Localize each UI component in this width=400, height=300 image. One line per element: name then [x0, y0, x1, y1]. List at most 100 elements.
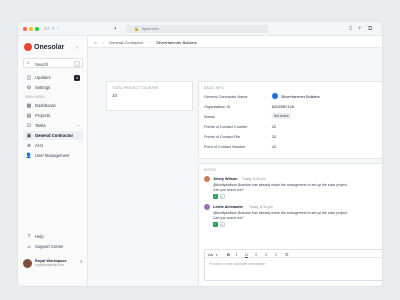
sidebar-item-label: Support Center: [35, 244, 64, 249]
logo-mark-icon: [24, 43, 32, 51]
note-body: @kimilyawilson Brandon has already made …: [213, 211, 348, 220]
sidebar-item-updates[interactable]: ◫ Updates 4: [23, 73, 83, 82]
add-reaction-icon[interactable]: ☺: [219, 194, 225, 199]
note-reactions: ✓ ☺: [213, 194, 226, 199]
sidebar-item-label: Settings: [35, 85, 51, 90]
checkmark-icon[interactable]: ✓: [213, 222, 218, 227]
bold-icon[interactable]: B: [227, 252, 230, 257]
card-title: BASIC INFO: [204, 86, 225, 90]
info-row: Status : Not Active: [204, 113, 291, 119]
info-row: Points of Contact Counter : 22: [204, 124, 277, 129]
info-value: SilverHammer Builders: [281, 94, 320, 99]
total-project-count: 10: [112, 93, 118, 98]
collapse-sidebar-icon[interactable]: «: [76, 45, 79, 51]
tabs-overview-icon[interactable]: ⧉: [368, 25, 372, 33]
maximize-window-button[interactable]: [35, 26, 39, 31]
card-title: NOTES: [204, 168, 216, 172]
info-value: 22: [272, 124, 277, 129]
search-icon: ⌕: [27, 60, 30, 66]
address-bar[interactable]: 🔒 figma.com: [126, 25, 268, 33]
breadcrumb-item[interactable]: General Contractor: [109, 40, 143, 45]
breadcrumb-separator: /: [103, 39, 105, 45]
info-value: 22: [272, 144, 277, 149]
projects-icon: ▤: [26, 112, 32, 119]
breadcrumb-separator: /: [150, 39, 152, 45]
notes-card: NOTES Jenny Wilson Today, 8:34 pm @kimil…: [198, 163, 382, 286]
sidebar-item-support-center[interactable]: ☺ Support Center: [23, 242, 83, 251]
workspace-info: Royal Workspace royal@onesolar.com: [35, 259, 67, 267]
address-bar-text: figma.com: [142, 27, 159, 31]
breadcrumb-current: SilverHammer Builders: [156, 39, 197, 45]
note-time: Today, 8:34 pm: [242, 176, 266, 181]
avatar: [204, 176, 210, 182]
sidebar-item-help[interactable]: ? Help: [23, 232, 83, 241]
sidebar-item-ahj[interactable]: ⊕ AHJ: [23, 141, 83, 150]
add-reaction-icon[interactable]: ☺: [219, 222, 225, 227]
align-left-icon[interactable]: ≡: [255, 252, 257, 257]
sidebar-item-projects[interactable]: ▤ Projects: [23, 111, 83, 120]
workspace-switcher[interactable]: Royal Workspace royal@onesolar.com ⇕: [23, 257, 85, 269]
home-icon[interactable]: ⌂: [94, 40, 96, 45]
support-icon: ☺: [26, 243, 32, 250]
note-body: @kimilyawilson Brandon has already made …: [213, 183, 348, 192]
search-input[interactable]: ⌕ Search /: [23, 58, 83, 68]
minimize-window-button[interactable]: [29, 26, 33, 31]
checkmark-icon[interactable]: ✓: [213, 194, 218, 199]
sidebar-item-label: Help: [35, 234, 44, 239]
shield-icon[interactable]: ◐: [114, 25, 118, 33]
gear-icon: ⚙: [26, 84, 32, 91]
sidebar-item-label: General Contractor: [35, 133, 74, 138]
logo[interactable]: Onesolar: [24, 43, 64, 51]
breadcrumb: ⌂ / General Contractor / SilverHammer Bu…: [88, 36, 382, 48]
sidebar-item-dashboard[interactable]: ▦ Dashboard: [23, 101, 83, 110]
contractor-logo-icon: [272, 93, 278, 99]
info-row: Points of Contact File : 22: [204, 134, 277, 139]
search-label: Search: [35, 61, 49, 67]
info-value: 8203SB7126: [272, 104, 294, 109]
main-content: ⌂ / General Contractor / SilverHammer Bu…: [88, 36, 382, 286]
lock-icon: 🔒: [134, 26, 139, 31]
main-menu-section-label: MAIN MENU: [25, 95, 46, 99]
align-right-icon[interactable]: ≡: [275, 252, 277, 257]
dashboard-icon: ▦: [26, 102, 32, 109]
note-placeholder: Produce a note and later description: [209, 262, 266, 266]
text-format-dropdown[interactable]: Aa: [208, 252, 213, 257]
forward-icon[interactable]: ›: [57, 25, 59, 33]
chevron-down-icon[interactable]: ▾: [216, 253, 218, 257]
sidebar-item-label: Dashboard: [35, 103, 56, 108]
info-label: Status: [204, 114, 215, 119]
info-label: Point of Contact Number: [204, 144, 246, 149]
sidebar-item-general-contractor[interactable]: ▣ General Contractor: [23, 131, 83, 140]
card-title: TOTAL PROJECT COUNTER: [112, 86, 159, 90]
align-center-icon[interactable]: ≡: [265, 252, 267, 257]
sidebar-item-user-management[interactable]: 👤 User Management: [23, 151, 83, 160]
sidebar-item-label: Tasks: [35, 123, 46, 128]
info-label: Points of Contact Counter: [204, 124, 248, 129]
note-editor[interactable]: Aa ▾ B I U ≡ ≡ ≡ ☰ Produce a note and la…: [204, 249, 382, 281]
info-row: General Contractor Name : SilverHammer B…: [204, 93, 320, 99]
tasks-icon: ☑: [26, 122, 32, 129]
back-icon[interactable]: ‹: [52, 25, 54, 33]
italic-icon[interactable]: I: [236, 252, 237, 257]
sidebar-item-label: Projects: [35, 113, 51, 118]
search-shortcut: /: [74, 60, 80, 67]
sidebar: Onesolar « ⌕ Search / ◫ Updates 4 ⚙ Sett…: [18, 36, 88, 286]
sidebar-item-tasks[interactable]: ☑ Tasks ⌄: [23, 121, 83, 130]
new-tab-icon[interactable]: +: [358, 25, 362, 33]
info-value: 22: [272, 134, 277, 139]
close-window-button[interactable]: [23, 26, 27, 31]
sidebar-item-settings[interactable]: ⚙ Settings: [23, 83, 83, 92]
chevron-updown-icon: ⇕: [79, 259, 83, 264]
browser-window: ▭ ‹ › ◐ 🔒 figma.com ⇪ + ⧉ Onesolar « ⌕ S…: [18, 22, 382, 286]
user-icon: 👤: [25, 152, 33, 159]
avatar: [23, 258, 32, 268]
share-icon[interactable]: ⇪: [348, 25, 353, 33]
info-label: Points of Contact File: [204, 134, 241, 139]
basic-info-card: BASIC INFO General Contractor Name : Sil…: [198, 81, 382, 159]
sidebar-toggle-icon[interactable]: ▭: [44, 25, 50, 33]
justify-icon[interactable]: ☰: [285, 252, 289, 257]
underline-icon[interactable]: U: [245, 252, 248, 257]
ahj-icon: ⊕: [26, 142, 32, 149]
status-badge: Not Active: [272, 113, 291, 119]
sidebar-item-label: AHJ: [35, 143, 43, 148]
